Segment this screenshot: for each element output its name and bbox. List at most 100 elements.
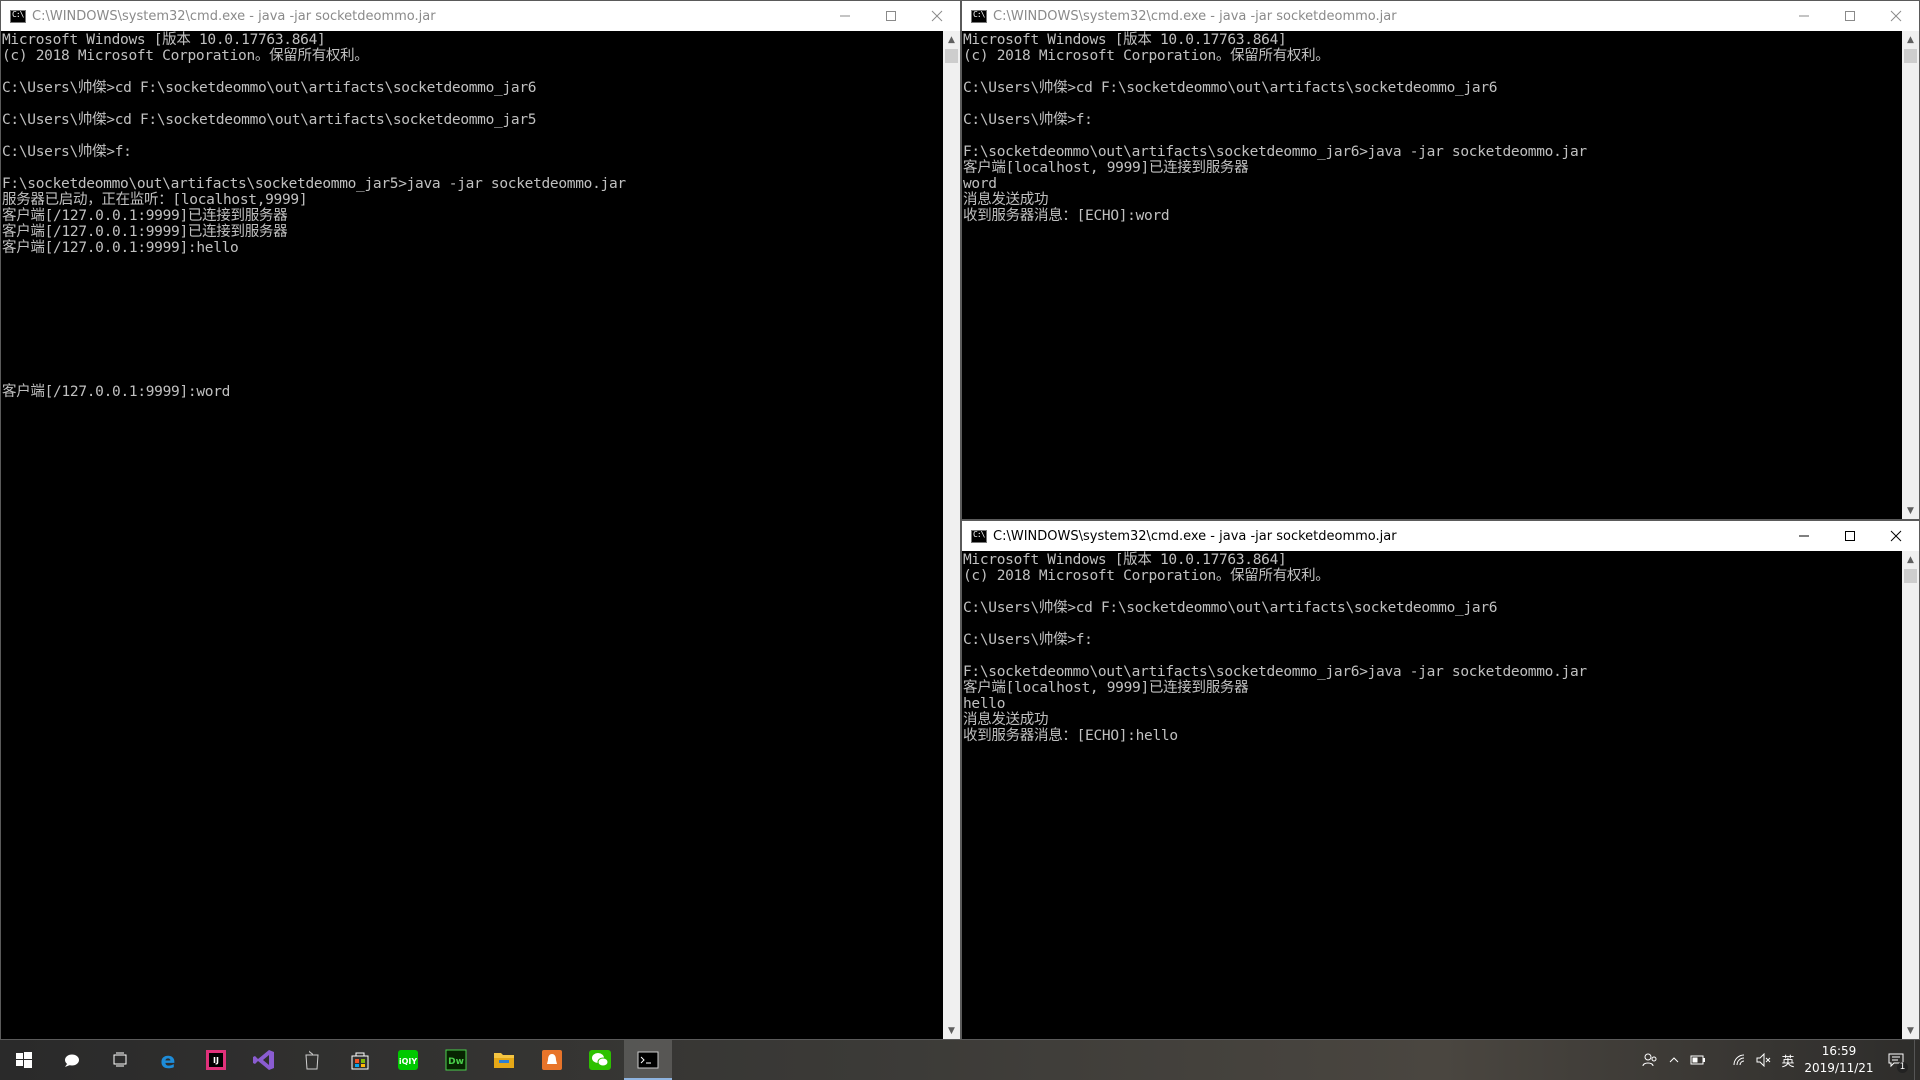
clock[interactable]: 16:59 2019/11/21 xyxy=(1800,1043,1878,1077)
console-line: 客户端[/127.0.0.1:9999]已连接到服务器 xyxy=(2,224,288,240)
svg-text:iQIY: iQIY xyxy=(399,1057,418,1066)
console-line: 消息发送成功 xyxy=(963,712,1049,728)
app-orange-icon[interactable] xyxy=(528,1040,576,1080)
maximize-icon xyxy=(1845,531,1855,541)
cortana-icon[interactable] xyxy=(48,1040,96,1080)
console-line: C:\Users\帅傑>f: xyxy=(963,112,1093,128)
action-center-icon[interactable]: 1 xyxy=(1878,1040,1914,1080)
ime-indicator[interactable]: 英 xyxy=(1776,1040,1800,1080)
console-line: C:\Users\帅傑>cd F:\socketdeommo\out\artif… xyxy=(2,112,537,128)
close-icon xyxy=(1890,10,1902,22)
vertical-scrollbar[interactable]: ▲ ▼ xyxy=(1902,551,1919,1039)
jar-launcher-icon[interactable] xyxy=(288,1040,336,1080)
maximize-icon xyxy=(1845,11,1855,21)
minimize-icon xyxy=(1799,535,1809,537)
scroll-down-icon[interactable]: ▼ xyxy=(943,1022,960,1039)
minimize-button[interactable] xyxy=(822,1,868,31)
dreamweaver-icon[interactable]: Dw xyxy=(432,1040,480,1080)
console-line: 服务器已启动，正在监听：[localhost,9999] xyxy=(2,192,308,208)
people-icon[interactable] xyxy=(1638,1040,1662,1080)
window-titlebar[interactable]: C:\WINDOWS\system32\cmd.exe - java -jar … xyxy=(962,1,1919,31)
visual-studio-icon[interactable] xyxy=(240,1040,288,1080)
console-line: C:\Users\帅傑>f: xyxy=(2,144,132,160)
scroll-down-icon[interactable]: ▼ xyxy=(1902,502,1919,519)
scroll-up-icon[interactable]: ▲ xyxy=(943,31,960,48)
console-line: F:\socketdeommo\out\artifacts\socketdeom… xyxy=(2,176,626,192)
edge-icon[interactable]: e xyxy=(144,1040,192,1080)
window-titlebar[interactable]: C:\WINDOWS\system32\cmd.exe - java -jar … xyxy=(962,521,1919,551)
iqiyi-icon[interactable]: iQIY xyxy=(384,1040,432,1080)
console-line: 客户端[localhost, 9999]已连接到服务器 xyxy=(963,160,1249,176)
vertical-scrollbar[interactable]: ▲ ▼ xyxy=(1902,31,1919,519)
console-window-client-word[interactable]: C:\WINDOWS\system32\cmd.exe - java -jar … xyxy=(961,0,1920,520)
console-output[interactable]: Microsoft Windows [版本 10.0.17763.864] (c)… xyxy=(1,31,943,1039)
console-line: hello xyxy=(963,696,1006,712)
cmd-app-icon xyxy=(10,9,26,23)
maximize-button[interactable] xyxy=(1827,521,1873,551)
console-line: F:\socketdeommo\out\artifacts\socketdeom… xyxy=(963,664,1587,680)
minimize-button[interactable] xyxy=(1781,521,1827,551)
scroll-thumb[interactable] xyxy=(1904,49,1917,63)
cmd-icon[interactable] xyxy=(624,1040,672,1080)
console-line: (c) 2018 Microsoft Corporation。保留所有权利。 xyxy=(963,568,1330,584)
task-view-icon[interactable] xyxy=(96,1040,144,1080)
close-button[interactable] xyxy=(1873,521,1919,551)
system-tray: 英 16:59 2019/11/21 1 xyxy=(1638,1040,1920,1080)
wifi-icon[interactable] xyxy=(1728,1040,1752,1080)
scroll-up-icon[interactable]: ▲ xyxy=(1902,31,1919,48)
maximize-icon xyxy=(886,11,896,21)
console-line: Microsoft Windows [版本 10.0.17763.864] xyxy=(963,552,1287,568)
wechat-icon[interactable] xyxy=(576,1040,624,1080)
console-line: 客户端[localhost, 9999]已连接到服务器 xyxy=(963,680,1249,696)
intellij-icon[interactable]: IJ xyxy=(192,1040,240,1080)
console-window-server[interactable]: C:\WINDOWS\system32\cmd.exe - java -jar … xyxy=(0,0,961,1040)
console-line: 收到服务器消息：[ECHO]:hello xyxy=(963,728,1178,744)
scroll-thumb[interactable] xyxy=(945,49,958,63)
console-line: C:\Users\帅傑>f: xyxy=(963,632,1093,648)
battery-icon[interactable] xyxy=(1686,1040,1710,1080)
start-icon[interactable] xyxy=(0,1040,48,1080)
maximize-button[interactable] xyxy=(868,1,914,31)
show-desktop-button[interactable] xyxy=(1914,1040,1920,1080)
console-line: 消息发送成功 xyxy=(963,192,1049,208)
svg-text:e: e xyxy=(161,1049,176,1071)
console-window-client-hello[interactable]: C:\WINDOWS\system32\cmd.exe - java -jar … xyxy=(961,520,1920,1040)
console-line: (c) 2018 Microsoft Corporation。保留所有权利。 xyxy=(2,48,369,64)
vertical-scrollbar[interactable]: ▲ ▼ xyxy=(943,31,960,1039)
close-button[interactable] xyxy=(914,1,960,31)
scroll-down-icon[interactable]: ▼ xyxy=(1902,1022,1919,1039)
window-title: C:\WINDOWS\system32\cmd.exe - java -jar … xyxy=(993,528,1397,544)
console-output[interactable]: Microsoft Windows [版本 10.0.17763.864] (c)… xyxy=(962,551,1902,1039)
store-icon[interactable] xyxy=(336,1040,384,1080)
show-hidden-icons-chevron-up-icon[interactable] xyxy=(1662,1040,1686,1080)
console-output[interactable]: Microsoft Windows [版本 10.0.17763.864] (c)… xyxy=(962,31,1902,519)
console-line: C:\Users\帅傑>cd F:\socketdeommo\out\artif… xyxy=(2,80,537,96)
window-titlebar[interactable]: C:\WINDOWS\system32\cmd.exe - java -jar … xyxy=(1,1,960,31)
file-explorer-icon[interactable] xyxy=(480,1040,528,1080)
maximize-button[interactable] xyxy=(1827,1,1873,31)
minimize-button[interactable] xyxy=(1781,1,1827,31)
volume-muted-icon[interactable] xyxy=(1752,1040,1776,1080)
close-icon xyxy=(931,10,943,22)
scroll-up-icon[interactable]: ▲ xyxy=(1902,551,1919,568)
close-button[interactable] xyxy=(1873,1,1919,31)
console-line: 客户端[/127.0.0.1:9999]已连接到服务器 xyxy=(2,208,288,224)
scroll-thumb[interactable] xyxy=(1904,569,1917,583)
close-icon xyxy=(1890,530,1902,542)
minimize-icon xyxy=(1799,15,1809,17)
console-line: F:\socketdeommo\out\artifacts\socketdeom… xyxy=(963,144,1587,160)
